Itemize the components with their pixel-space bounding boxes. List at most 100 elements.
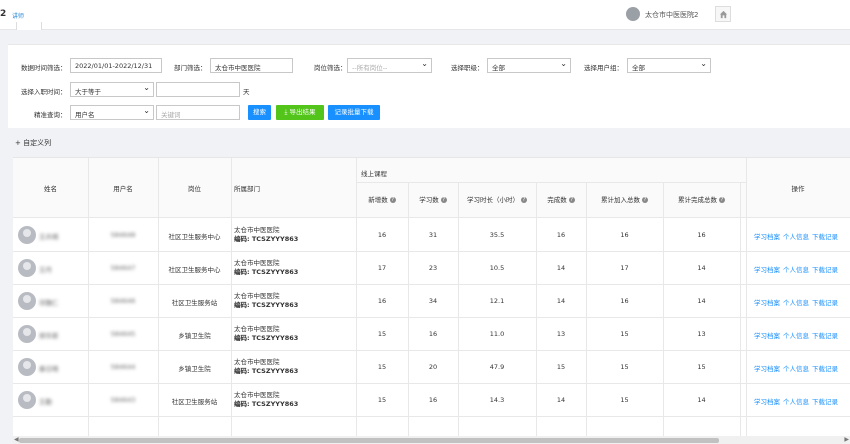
help-icon[interactable]: ? <box>642 197 648 203</box>
dept-name: 太仓市中医医院 <box>234 325 280 333</box>
learning-archive-link[interactable]: 学习档案 <box>754 233 780 241</box>
learn-count: 23 <box>428 264 438 272</box>
learning-archive-link[interactable]: 学习档案 <box>754 266 780 274</box>
download-record-link[interactable]: 下载记录 <box>812 332 838 340</box>
col-header-post: 岗位 <box>158 183 231 193</box>
row-divider <box>13 251 850 252</box>
home-button[interactable] <box>715 6 731 22</box>
horizontal-scrollbar[interactable]: ◀ ▶ <box>13 436 850 444</box>
custom-columns-link[interactable]: + 自定义列 <box>15 138 51 148</box>
export-button[interactable]: ⤓ 导出结果 <box>276 105 324 120</box>
user-post: 乡镇卫生院 <box>178 365 211 373</box>
learning-archive-link[interactable]: 学习档案 <box>754 398 780 406</box>
done-count: 14 <box>556 264 566 272</box>
row-actions: 学习档案 个人信息 下载记录 <box>754 330 841 340</box>
learn-hours: 12.1 <box>489 297 505 305</box>
current-user-name[interactable]: 太仓市中医医院2 <box>645 10 698 20</box>
dept-code: 编码: TCSZYYY863 <box>234 400 299 408</box>
user-post: 乡镇卫生院 <box>178 332 211 340</box>
user-id: 584648 <box>110 231 136 239</box>
date-filter-label: 数据时间筛选： <box>21 64 67 72</box>
col-header-hours: 学习时长（小时）? <box>458 194 536 204</box>
download-record-link[interactable]: 下载记录 <box>812 266 838 274</box>
user-id: 584647 <box>110 264 136 272</box>
scrollbar-thumb[interactable] <box>19 438 719 443</box>
precise-query-label: 精准查询： <box>34 111 67 119</box>
version-label: 2 <box>0 9 7 19</box>
done-count: 15 <box>556 363 566 371</box>
dept-filter-label: 部门筛选： <box>174 64 207 72</box>
help-icon[interactable]: ? <box>568 197 575 203</box>
help-icon[interactable]: ? <box>440 197 447 203</box>
dept-name: 太仓市中医医院 <box>234 259 280 267</box>
user-dept: 太仓市中医医院 编码: TCSZYYY863 <box>234 259 298 277</box>
personal-info-link[interactable]: 个人信息 <box>783 233 809 241</box>
total-join: 15 <box>620 363 629 371</box>
tab-home[interactable] <box>16 22 42 30</box>
total-done: 13 <box>697 330 706 338</box>
join-days-input[interactable] <box>156 82 240 97</box>
user-group-select[interactable]: 全部 <box>627 58 711 73</box>
scroll-right-icon[interactable]: ▶ <box>844 436 849 443</box>
col-header-dept: 所属部门 <box>234 183 314 193</box>
search-button[interactable]: 搜索 <box>248 105 271 120</box>
dept-code: 编码: TCSZYYY863 <box>234 301 299 309</box>
divider <box>746 158 747 436</box>
rank-filter-label: 选择职级： <box>451 64 484 72</box>
done-count: 13 <box>556 330 566 338</box>
user-id: 584643 <box>110 396 136 404</box>
keyword-input[interactable]: 关键词 <box>156 105 240 120</box>
batch-download-button[interactable]: 记录批量下载 <box>328 105 380 120</box>
total-done: 14 <box>697 297 706 305</box>
personal-info-link[interactable]: 个人信息 <box>783 299 809 307</box>
user-post: 社区卫生服务站 <box>171 299 218 307</box>
user-avatar-icon[interactable] <box>626 7 640 21</box>
date-range-input[interactable]: 2022/01/01-2022/12/31 <box>70 58 162 73</box>
total-done: 16 <box>697 231 706 239</box>
learning-archive-link[interactable]: 学习档案 <box>754 365 780 373</box>
dept-name: 太仓市中医医院 <box>234 292 280 300</box>
avatar <box>18 292 36 310</box>
dept-name: 太仓市中医医院 <box>234 226 280 234</box>
personal-info-link[interactable]: 个人信息 <box>783 365 809 373</box>
total-done: 15 <box>697 363 706 371</box>
personal-info-link[interactable]: 个人信息 <box>783 266 809 274</box>
dept-code: 编码: TCSZYYY863 <box>234 367 299 375</box>
help-icon[interactable]: ? <box>521 197 527 203</box>
help-icon[interactable]: ? <box>389 197 396 203</box>
divider <box>356 182 746 183</box>
scroll-left-icon[interactable]: ◀ <box>14 436 19 443</box>
user-name: 郑华新 <box>39 332 59 340</box>
user-name: 王勤 <box>39 398 52 406</box>
learn-hours: 35.5 <box>489 231 505 239</box>
learning-archive-link[interactable]: 学习档案 <box>754 299 780 307</box>
learning-archive-link[interactable]: 学习档案 <box>754 332 780 340</box>
dept-name: 太仓市中医医院 <box>234 358 280 366</box>
learn-count: 16 <box>428 330 438 338</box>
total-join: 15 <box>620 330 629 338</box>
join-operator-select[interactable]: 大于等于 <box>70 82 154 97</box>
new-count: 17 <box>377 264 387 272</box>
rank-select[interactable]: 全部 <box>487 58 571 73</box>
row-actions: 学习档案 个人信息 下载记录 <box>754 363 841 373</box>
download-record-link[interactable]: 下载记录 <box>812 365 838 373</box>
learn-count: 34 <box>428 297 438 305</box>
user-id: 584646 <box>110 297 136 305</box>
download-record-link[interactable]: 下载记录 <box>812 299 838 307</box>
help-icon[interactable]: ? <box>719 197 725 203</box>
download-record-link[interactable]: 下载记录 <box>812 398 838 406</box>
personal-info-link[interactable]: 个人信息 <box>783 398 809 406</box>
avatar <box>18 259 36 277</box>
new-count: 15 <box>377 363 387 371</box>
user-id: 584645 <box>110 330 136 338</box>
post-select[interactable]: --所有岗位-- <box>347 58 432 73</box>
query-field-select[interactable]: 用户名 <box>70 105 154 120</box>
user-dept: 太仓市中医医院 编码: TCSZYYY863 <box>234 325 298 343</box>
personal-info-link[interactable]: 个人信息 <box>783 332 809 340</box>
learn-hours: 11.0 <box>489 330 505 338</box>
dept-input[interactable]: 太仓市中医医院 <box>210 58 293 73</box>
total-done: 14 <box>697 264 706 272</box>
download-record-link[interactable]: 下载记录 <box>812 233 838 241</box>
col-header-learn-label: 学习数 <box>419 196 439 204</box>
export-button-label: 导出结果 <box>289 108 316 116</box>
